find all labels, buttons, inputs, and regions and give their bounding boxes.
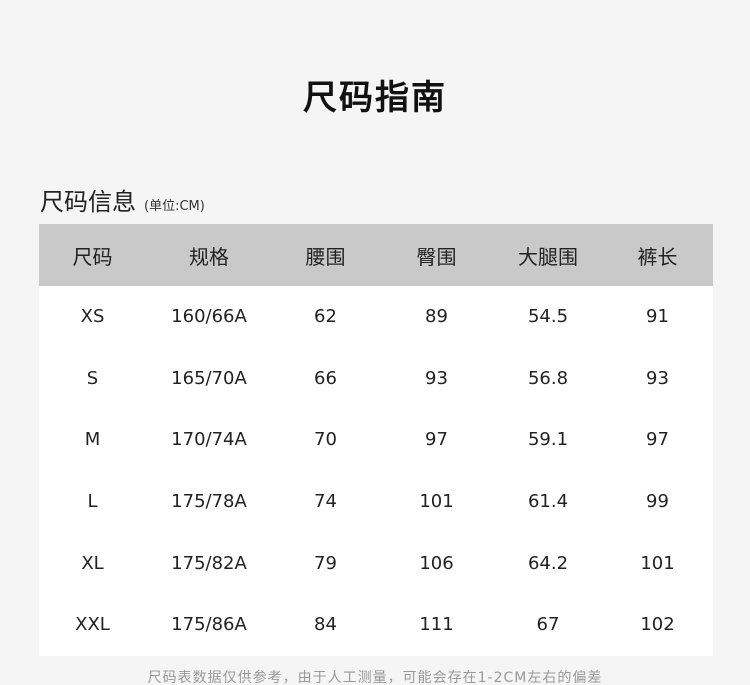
cell-waist: 79 — [272, 532, 379, 594]
cell-size: XL — [39, 532, 146, 594]
cell-length: 101 — [602, 532, 713, 594]
cell-thigh: 61.4 — [494, 470, 602, 533]
cell-length: 99 — [602, 470, 713, 533]
cell-hip: 97 — [379, 409, 494, 471]
cell-waist: 62 — [272, 286, 379, 348]
cell-waist: 74 — [272, 470, 379, 533]
cell-length: 91 — [602, 286, 713, 348]
cell-waist: 66 — [272, 347, 379, 410]
cell-thigh: 56.8 — [494, 347, 602, 410]
cell-hip: 106 — [379, 532, 494, 594]
cell-size: L — [39, 470, 146, 533]
header-waist: 腰围 — [272, 224, 379, 286]
table-row: XXL 175/86A 84 111 67 102 — [39, 593, 713, 656]
cell-size: XXL — [39, 593, 146, 656]
cell-length: 102 — [602, 593, 713, 656]
table-row: L 175/78A 74 101 61.4 99 — [39, 470, 713, 533]
cell-hip: 111 — [379, 593, 494, 656]
header-thigh: 大腿围 — [494, 224, 602, 286]
cell-hip: 93 — [379, 347, 494, 410]
table-row: M 170/74A 70 97 59.1 97 — [39, 409, 713, 471]
cell-hip: 89 — [379, 286, 494, 348]
header-spec: 规格 — [146, 224, 272, 286]
section-title: 尺码信息 — [40, 188, 136, 216]
cell-thigh: 67 — [494, 593, 602, 656]
cell-length: 97 — [602, 409, 713, 471]
cell-spec: 175/82A — [146, 532, 272, 594]
cell-spec: 175/86A — [146, 593, 272, 656]
cell-waist: 70 — [272, 409, 379, 471]
table-row: XS 160/66A 62 89 54.5 91 — [39, 286, 713, 348]
cell-size: XS — [39, 286, 146, 348]
table-row: XL 175/82A 79 106 64.2 101 — [39, 532, 713, 594]
cell-size: M — [39, 409, 146, 471]
cell-thigh: 64.2 — [494, 532, 602, 594]
cell-hip: 101 — [379, 470, 494, 533]
unit-note: (单位:CM) — [144, 199, 205, 214]
cell-size: S — [39, 347, 146, 410]
cell-thigh: 54.5 — [494, 286, 602, 348]
table-row: S 165/70A 66 93 56.8 93 — [39, 347, 713, 410]
page-title: 尺码指南 — [303, 78, 447, 118]
size-table: 尺码 规格 腰围 臀围 大腿围 裤长 XS 160/66A 62 89 54.5… — [39, 224, 713, 656]
header-hip: 臀围 — [379, 224, 494, 286]
table-header-row: 尺码 规格 腰围 臀围 大腿围 裤长 — [39, 224, 713, 286]
cell-spec: 175/78A — [146, 470, 272, 533]
cell-length: 93 — [602, 347, 713, 410]
section-heading: 尺码信息 (单位:CM) — [40, 182, 205, 217]
cell-spec: 165/70A — [146, 347, 272, 410]
cell-spec: 170/74A — [146, 409, 272, 471]
header-length: 裤长 — [602, 224, 713, 286]
header-size: 尺码 — [39, 224, 146, 286]
cell-spec: 160/66A — [146, 286, 272, 348]
cell-thigh: 59.1 — [494, 409, 602, 471]
footnote: 尺码表数据仅供参考，由于人工测量，可能会存在1-2CM左右的偏差 — [147, 670, 603, 685]
cell-waist: 84 — [272, 593, 379, 656]
